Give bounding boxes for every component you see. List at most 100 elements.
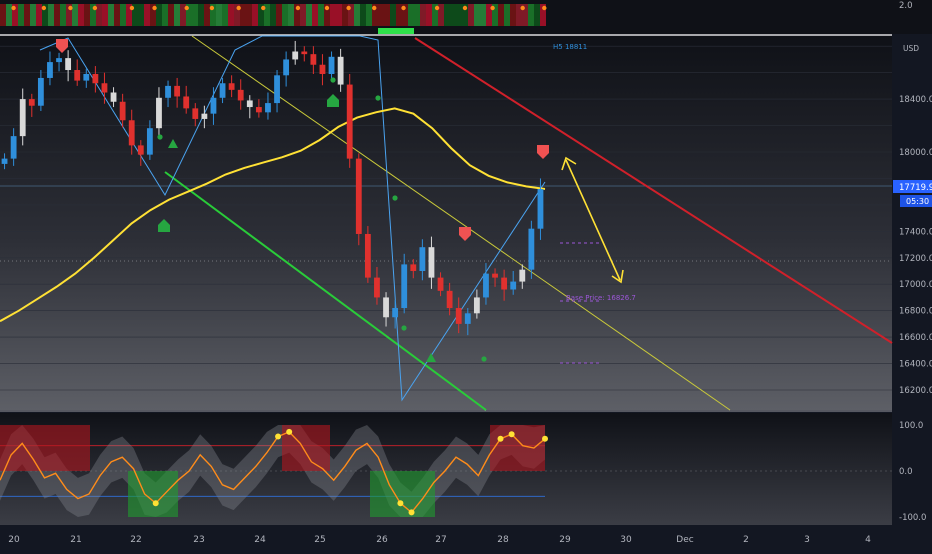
strip-block <box>504 4 510 26</box>
oscillator-tick-label: 100.0 <box>899 421 923 431</box>
date-tick-label: 20 <box>8 535 20 545</box>
strip-dot <box>11 5 16 11</box>
strip-block <box>222 4 228 26</box>
strip-dot <box>520 5 525 11</box>
signal-dot <box>157 134 163 140</box>
candle-body <box>74 70 81 81</box>
candle-body <box>355 158 362 234</box>
strip-dot <box>68 5 73 11</box>
current-price-value: 17719.9 <box>899 183 932 193</box>
strip-block <box>360 4 366 26</box>
candle-body <box>283 59 290 76</box>
strip-dot <box>462 5 468 11</box>
extreme-dot <box>408 509 415 516</box>
candle-body <box>228 83 235 90</box>
candle-body <box>237 89 244 101</box>
candle-body <box>364 233 371 278</box>
candle-body <box>274 75 280 104</box>
chart-root: H5 18811 Base Price: 16826.7 16200.0 1640… <box>0 0 932 550</box>
candle-body <box>419 247 426 271</box>
candle-body <box>437 277 444 291</box>
strip-block <box>18 4 24 26</box>
oscillator-zone <box>128 471 178 517</box>
strip-highlight <box>378 28 414 34</box>
extreme-dot <box>286 428 293 435</box>
strip-block <box>156 4 162 26</box>
strip-block <box>480 4 486 26</box>
strip-block <box>144 4 150 26</box>
signal-dot <box>375 95 381 101</box>
strip-block <box>384 4 390 26</box>
candle-body <box>47 62 53 78</box>
strip-block <box>240 4 246 26</box>
candle-body <box>137 145 144 155</box>
candle-body <box>65 58 72 71</box>
candle-body <box>464 313 471 324</box>
candle-body <box>192 108 199 119</box>
candle-body <box>519 269 526 282</box>
date-tick-label: 26 <box>376 535 388 545</box>
strip-block <box>528 4 534 26</box>
price-tick-label: 16400.0 <box>899 360 932 370</box>
signal-dot <box>330 77 336 83</box>
strip-dot <box>41 5 47 11</box>
strip-dot <box>490 5 495 11</box>
date-tick-label: 24 <box>254 535 266 545</box>
signal-dot <box>401 325 407 331</box>
extreme-dot <box>397 500 404 507</box>
strip-block <box>252 4 258 26</box>
candle-body <box>1 158 8 164</box>
date-tick-label: 3 <box>804 535 810 545</box>
oscillator-tick-label: -100.0 <box>899 513 926 523</box>
price-tick-label: 16800.0 <box>899 307 932 317</box>
strip-dot <box>434 5 440 11</box>
strip-block <box>510 4 516 26</box>
candle-body <box>28 99 35 106</box>
price-tick-label: 18000.0 <box>899 148 932 158</box>
strip-block <box>444 4 450 26</box>
date-tick-label: Dec <box>676 535 693 545</box>
strip-block <box>54 4 60 26</box>
strip-block <box>276 4 282 26</box>
strip-block <box>450 4 456 26</box>
candle-body <box>428 247 435 278</box>
candle-body <box>510 281 517 290</box>
candle-body <box>146 128 153 155</box>
candle-body <box>501 277 508 290</box>
strip-block <box>288 4 294 26</box>
countdown-value: 05:30 <box>906 197 929 206</box>
strip-block <box>30 4 36 26</box>
candle-body <box>110 92 117 102</box>
strip-block <box>0 4 6 26</box>
date-tick-label: 2 <box>743 535 749 545</box>
candle-body <box>210 97 217 114</box>
candle-body <box>56 58 62 63</box>
trading-chart[interactable]: H5 18811 Base Price: 16826.7 16200.0 1640… <box>0 0 932 550</box>
candle-body <box>128 120 135 146</box>
strip-block <box>138 4 144 26</box>
candle-body <box>165 85 171 98</box>
candle-body <box>537 189 544 229</box>
oscillator-tick-label: 0.0 <box>899 467 913 477</box>
strip-block <box>420 4 426 26</box>
oscillator-zone <box>40 425 90 471</box>
candle-body <box>292 51 299 60</box>
strip-block <box>468 4 474 26</box>
price-tick-label: 17200.0 <box>899 254 932 264</box>
extreme-dot <box>152 500 159 507</box>
date-tick-label: 21 <box>70 535 81 545</box>
candle-body <box>492 273 498 278</box>
strip-block <box>84 4 90 26</box>
strip-block <box>168 4 174 26</box>
candle-body <box>392 308 399 318</box>
strip-dot <box>92 5 98 11</box>
strip-dot <box>401 5 406 11</box>
candle-body <box>410 264 417 271</box>
extreme-dot <box>542 435 548 442</box>
price-tick-label: 18400.0 <box>899 95 932 105</box>
strip-block <box>36 4 42 26</box>
currency-label: USD <box>903 44 919 53</box>
strip-block <box>282 4 288 26</box>
strip-block <box>336 4 342 26</box>
candle-body <box>383 297 389 318</box>
